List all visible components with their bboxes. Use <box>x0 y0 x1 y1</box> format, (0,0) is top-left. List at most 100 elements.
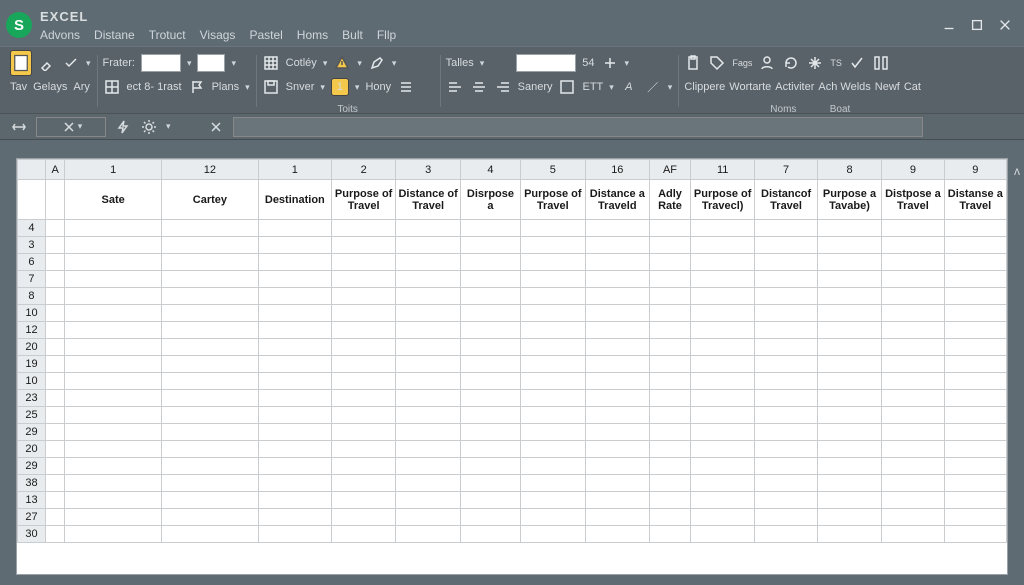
cell[interactable] <box>882 339 944 356</box>
refresh-icon[interactable] <box>782 54 800 72</box>
cell[interactable] <box>396 356 461 373</box>
cell[interactable] <box>396 220 461 237</box>
cell[interactable] <box>331 305 396 322</box>
cell[interactable] <box>755 458 817 475</box>
field-header-cell[interactable]: Sate <box>65 180 162 220</box>
table-icon[interactable] <box>103 78 121 96</box>
column-header[interactable]: 16 <box>585 160 650 180</box>
row-header[interactable]: 29 <box>18 424 46 441</box>
grid-icon[interactable] <box>262 54 280 72</box>
row-header[interactable]: 6 <box>18 254 46 271</box>
cell[interactable] <box>65 526 162 543</box>
cell[interactable] <box>690 373 755 390</box>
cell[interactable] <box>817 271 882 288</box>
columns-icon[interactable] <box>872 54 890 72</box>
cell[interactable] <box>585 288 650 305</box>
cell[interactable] <box>882 237 944 254</box>
cell[interactable] <box>882 458 944 475</box>
cell[interactable] <box>162 441 259 458</box>
cell[interactable] <box>521 492 586 509</box>
field-header-cell[interactable]: Purpose of Travel <box>521 180 586 220</box>
cell[interactable] <box>460 288 520 305</box>
cell[interactable] <box>521 339 586 356</box>
cell[interactable] <box>521 237 586 254</box>
cell[interactable] <box>521 475 586 492</box>
cell[interactable] <box>65 220 162 237</box>
dropdown-caret-icon[interactable]: ▾ <box>625 58 630 69</box>
cell[interactable] <box>45 509 64 526</box>
label-wortarte[interactable]: Wortarte <box>729 81 771 93</box>
cell[interactable] <box>396 254 461 271</box>
cell[interactable] <box>882 492 944 509</box>
cell[interactable] <box>882 288 944 305</box>
cell[interactable] <box>690 390 755 407</box>
row-header[interactable] <box>18 180 46 220</box>
person-icon[interactable] <box>758 54 776 72</box>
cell[interactable] <box>882 254 944 271</box>
dropdown-caret-icon[interactable]: ▾ <box>609 82 614 93</box>
cell[interactable] <box>521 441 586 458</box>
cell[interactable] <box>755 220 817 237</box>
checkmark-icon[interactable] <box>848 54 866 72</box>
cell[interactable] <box>45 492 64 509</box>
dropdown-caret-icon[interactable]: ▾ <box>245 82 250 93</box>
cell[interactable] <box>460 407 520 424</box>
cell[interactable] <box>521 288 586 305</box>
dropdown-caret-icon[interactable]: ▾ <box>392 58 397 69</box>
row-header[interactable]: 25 <box>18 407 46 424</box>
cell[interactable] <box>162 458 259 475</box>
cell[interactable] <box>258 526 331 543</box>
sparkle-icon[interactable] <box>806 54 824 72</box>
cell[interactable] <box>690 305 755 322</box>
cell[interactable] <box>690 254 755 271</box>
cell[interactable] <box>460 305 520 322</box>
cell[interactable] <box>45 271 64 288</box>
cell[interactable] <box>755 305 817 322</box>
cell[interactable] <box>817 475 882 492</box>
cell[interactable] <box>650 458 691 475</box>
x-icon[interactable] <box>60 118 78 136</box>
row-header[interactable]: 23 <box>18 390 46 407</box>
cell[interactable] <box>65 458 162 475</box>
cell[interactable] <box>944 458 1006 475</box>
field-header-cell[interactable]: Adly Rate <box>650 180 691 220</box>
cell[interactable] <box>755 237 817 254</box>
cell[interactable] <box>817 254 882 271</box>
cell[interactable] <box>45 305 64 322</box>
lightning-icon[interactable] <box>114 118 132 136</box>
cell[interactable] <box>45 458 64 475</box>
cell[interactable] <box>944 441 1006 458</box>
cell[interactable] <box>331 339 396 356</box>
cell[interactable] <box>944 288 1006 305</box>
label-cottly[interactable]: Cotléy <box>286 57 317 69</box>
align-center-icon[interactable] <box>470 78 488 96</box>
cell[interactable] <box>460 492 520 509</box>
cell[interactable] <box>331 526 396 543</box>
field-header-cell[interactable]: Destination <box>258 180 331 220</box>
cell[interactable] <box>65 356 162 373</box>
cell[interactable] <box>162 288 259 305</box>
cell[interactable] <box>585 475 650 492</box>
menu-fllp[interactable]: Fllp <box>377 28 396 42</box>
cell[interactable] <box>460 526 520 543</box>
cell[interactable] <box>755 424 817 441</box>
cell[interactable] <box>258 288 331 305</box>
cell[interactable] <box>690 509 755 526</box>
cell[interactable] <box>650 305 691 322</box>
check-icon[interactable] <box>62 54 80 72</box>
column-header[interactable]: 1 <box>258 160 331 180</box>
cell[interactable] <box>882 509 944 526</box>
field-header-cell[interactable]: Distanse a Travel <box>944 180 1006 220</box>
cell[interactable] <box>817 526 882 543</box>
tag-icon[interactable] <box>708 54 726 72</box>
cell[interactable] <box>690 441 755 458</box>
column-header[interactable]: 1 <box>65 160 162 180</box>
label-sanery[interactable]: Sanery <box>518 81 553 93</box>
menu-pastel[interactable]: Pastel <box>249 28 282 42</box>
cell[interactable] <box>521 424 586 441</box>
cell[interactable] <box>650 220 691 237</box>
spreadsheet-grid[interactable]: A1121234516AF117899 SateCarteyDestinatio… <box>16 158 1008 575</box>
cell[interactable] <box>944 356 1006 373</box>
cell[interactable] <box>585 254 650 271</box>
cell[interactable] <box>817 322 882 339</box>
